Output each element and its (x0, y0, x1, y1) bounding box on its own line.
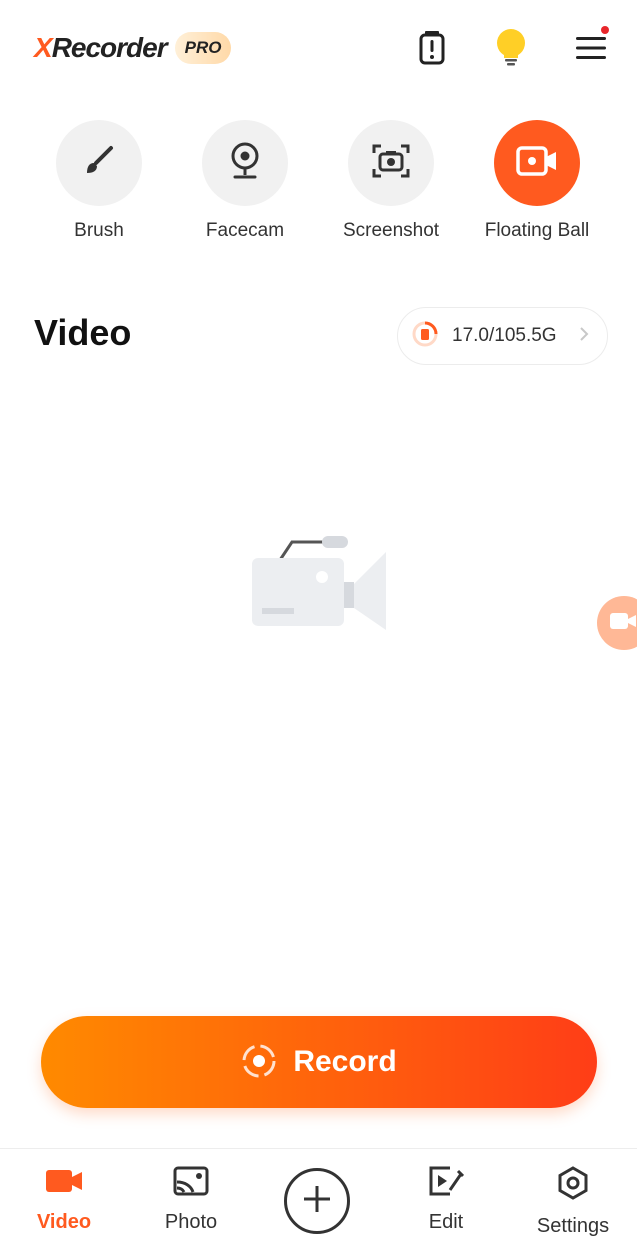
nav-label: Video (36, 1211, 92, 1233)
record-label: Record (293, 1045, 397, 1078)
nav-tab-video[interactable]: Video (9, 1166, 119, 1234)
chevron-right-icon (579, 326, 589, 347)
app-logo: X Recorder PRO (34, 28, 232, 68)
battery-alert-icon[interactable] (412, 28, 452, 68)
tool-brush-button[interactable] (56, 120, 142, 206)
tool-facecam[interactable]: Facecam (175, 120, 315, 242)
pro-badge[interactable]: PRO (174, 32, 232, 64)
section-title: Video (34, 312, 132, 353)
logo-wordmark: Recorder (51, 32, 168, 63)
video-icon (44, 1166, 84, 1201)
screenshot-camera-icon (371, 141, 411, 186)
photo-icon (173, 1166, 209, 1201)
tool-label: Floating Ball (484, 220, 590, 241)
tool-label: Brush (74, 220, 124, 241)
bottom-nav-divider (0, 1148, 637, 1149)
video-camera-icon (609, 611, 637, 636)
tool-label: Screenshot (342, 220, 440, 241)
edit-icon (428, 1166, 465, 1201)
nav-label: Photo (164, 1211, 218, 1233)
logo-x-mark: X (34, 32, 53, 63)
settings-hex-icon (556, 1166, 590, 1205)
video-camera-placeholder-icon (250, 534, 390, 639)
brush-icon (81, 143, 117, 184)
video-camera-icon (515, 144, 559, 183)
lightbulb-icon[interactable] (491, 28, 531, 68)
tool-floating-ball[interactable]: Floating Ball (467, 120, 607, 242)
webcam-icon (227, 141, 263, 186)
tool-facecam-button[interactable] (202, 120, 288, 206)
nav-tab-edit[interactable]: Edit (391, 1166, 501, 1234)
nav-label: Settings (536, 1215, 610, 1237)
tool-screenshot[interactable]: Screenshot (321, 120, 461, 242)
notification-dot (601, 26, 609, 34)
tool-floating-ball-button[interactable] (494, 120, 580, 206)
record-icon (241, 1043, 277, 1082)
nav-label: Edit (428, 1211, 464, 1233)
storage-value: 17.0/105.5G (452, 325, 557, 346)
tool-screenshot-button[interactable] (348, 120, 434, 206)
nav-tab-settings[interactable]: Settings (518, 1166, 628, 1238)
plus-icon (302, 1184, 332, 1219)
record-button[interactable]: Record (41, 1016, 597, 1108)
floating-ball[interactable] (597, 596, 637, 650)
storage-indicator[interactable]: 17.0/105.5G (397, 307, 608, 365)
menu-icon[interactable] (571, 26, 611, 68)
tool-brush[interactable]: Brush (29, 120, 169, 242)
storage-ring-icon (412, 321, 438, 352)
tool-label: Facecam (205, 220, 285, 241)
nav-tab-photo[interactable]: Photo (136, 1166, 246, 1234)
add-button[interactable] (284, 1168, 350, 1234)
